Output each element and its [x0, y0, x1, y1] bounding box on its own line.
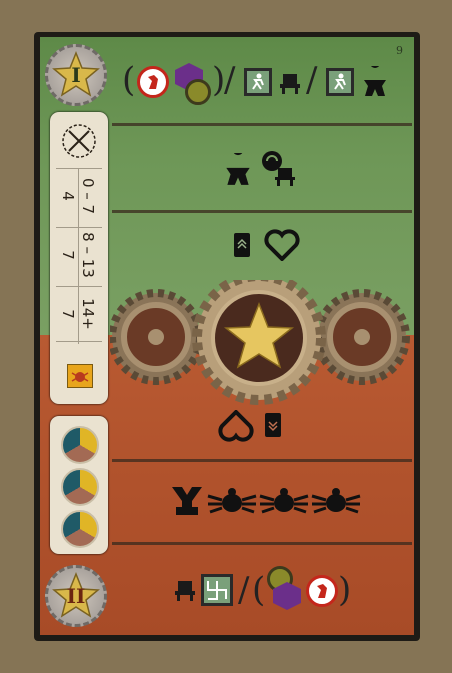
robot-cycle-icon	[262, 151, 295, 186]
bug-icon	[311, 488, 361, 514]
tri-color-symbol-icon	[61, 468, 99, 506]
runner-tile-icon	[326, 68, 354, 96]
robot-icon	[175, 581, 195, 601]
separator-slash: /	[306, 60, 318, 100]
bug-icon	[207, 488, 257, 514]
swirl-tile-icon	[201, 574, 233, 606]
red-figure-token-icon	[137, 66, 169, 98]
meeple-icon	[226, 153, 250, 185]
red-figure-icon	[148, 75, 158, 89]
score-range: 0 – 7	[79, 177, 97, 215]
paren-close: )	[338, 570, 352, 610]
card-number: 9	[396, 44, 403, 57]
paren-open: (	[252, 570, 266, 610]
heart-down-icon	[218, 410, 254, 442]
era-i-label: I	[71, 63, 81, 87]
era-ii-label: II	[66, 584, 86, 608]
score-range: 8 – 13	[79, 232, 97, 278]
divider	[112, 459, 412, 462]
y-figure-icon	[172, 487, 202, 515]
gear-coin-icon	[185, 79, 211, 105]
runner-icon	[252, 73, 264, 90]
gear-cluster-icon	[110, 280, 410, 405]
robot-icon	[280, 74, 300, 94]
score-points: 4	[59, 191, 77, 201]
swirl-icon	[207, 581, 227, 600]
left-gear-icon	[110, 289, 204, 385]
tri-color-symbol-icon	[61, 510, 99, 548]
era-i-medallion: I	[45, 44, 107, 106]
score-points: 7	[59, 309, 77, 319]
scoreboard-column-line	[78, 168, 79, 344]
divider	[112, 542, 412, 545]
score-range: 14+	[79, 298, 97, 330]
card-down-icon	[265, 413, 281, 437]
center-gear-icon	[192, 280, 326, 405]
runner-tile-icon	[244, 68, 272, 96]
paren-open: (	[122, 60, 136, 100]
score-points: 7	[59, 250, 77, 260]
separator-slash: /	[238, 570, 250, 610]
score-row: 8 – 13 7	[56, 227, 102, 282]
red-figure-icon	[317, 584, 327, 598]
bug-icon	[71, 372, 89, 382]
divider	[112, 210, 412, 213]
heart-icon	[264, 229, 300, 261]
symbol-panel	[50, 416, 108, 554]
red-figure-token-icon	[306, 575, 338, 607]
right-gear-icon	[314, 289, 410, 385]
tri-color-symbol-icon	[61, 426, 99, 464]
score-row: 14+ 7	[56, 286, 102, 342]
score-row: 0 – 7 4	[56, 168, 102, 223]
runner-icon	[334, 73, 346, 90]
meeple-icon	[364, 66, 386, 96]
era-ii-medallion: II	[45, 565, 107, 627]
card-up-icon	[234, 233, 250, 257]
divider	[112, 123, 412, 126]
separator-slash: /	[224, 60, 236, 100]
bug-tile-icon	[67, 364, 93, 388]
scoreboard-panel: 0 – 7 4 8 – 13 7 14+ 7	[50, 112, 108, 404]
wreath-weapons-icon	[62, 124, 96, 158]
bug-icon	[259, 488, 309, 514]
